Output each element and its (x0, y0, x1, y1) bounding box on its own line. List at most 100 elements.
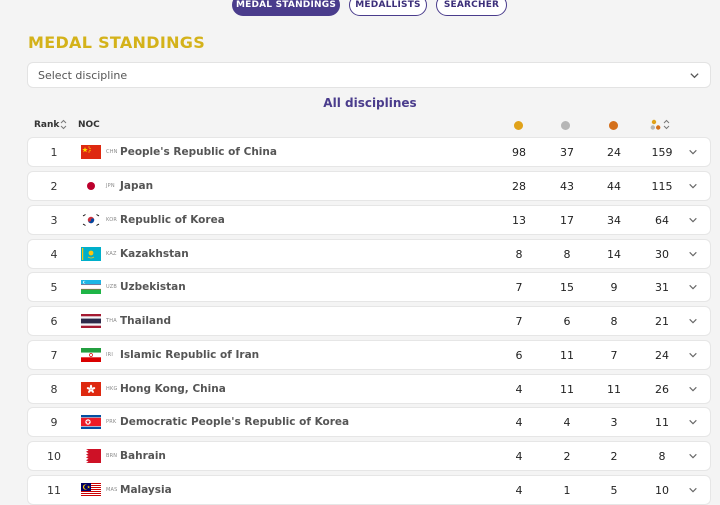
noc-code: MAS (106, 487, 118, 493)
silver-count: 11 (560, 383, 574, 396)
rank-cell: 3 (50, 214, 58, 227)
noc-code: KOR (106, 217, 118, 223)
chevron-down-icon[interactable] (688, 147, 698, 157)
total-count: 64 (655, 214, 669, 227)
bronze-count: 2 (610, 450, 618, 463)
country-name: People's Republic of China (120, 146, 277, 158)
country-name: Hong Kong, China (120, 383, 226, 395)
rank-cell: 1 (50, 146, 58, 159)
country-flag-icon (81, 449, 101, 463)
bronze-count: 7 (610, 349, 618, 362)
bronze-count: 14 (607, 248, 621, 261)
gold-count: 7 (515, 315, 523, 328)
table-row[interactable]: 2 JPN Japan 28 43 44 115 (27, 171, 711, 201)
standings-tabs: MEDAL STANDINGS MEDALLISTS SEARCHER (0, 0, 720, 20)
sort-icon[interactable] (60, 119, 67, 130)
noc-code: JPN (106, 183, 115, 189)
table-row[interactable]: 7 IRI Islamic Republic of Iran 6 11 7 24 (27, 340, 711, 370)
silver-count: 1 (563, 484, 571, 497)
chevron-down-icon[interactable] (688, 417, 698, 427)
bronze-count: 5 (610, 484, 618, 497)
chevron-down-icon[interactable] (688, 384, 698, 394)
chevron-down-icon[interactable] (688, 451, 698, 461)
table-row[interactable]: 11 MAS Malaysia 4 1 5 10 (27, 475, 711, 505)
noc-code: THA (106, 318, 117, 324)
silver-medal-icon[interactable] (561, 121, 570, 130)
total-count: 8 (658, 450, 666, 463)
total-count: 115 (651, 180, 673, 193)
gold-medal-icon[interactable] (514, 121, 523, 130)
country-flag-icon (81, 280, 101, 294)
country-name: Bahrain (120, 450, 166, 462)
tab-searcher[interactable]: SEARCHER (436, 0, 507, 16)
gold-count: 6 (515, 349, 523, 362)
rank-cell: 10 (47, 450, 61, 463)
total-count: 10 (655, 484, 669, 497)
gold-count: 4 (515, 450, 523, 463)
total-count: 30 (655, 248, 669, 261)
country-flag-icon (81, 213, 101, 227)
chevron-down-icon[interactable] (688, 485, 698, 495)
chevron-down-icon[interactable] (688, 181, 698, 191)
table-row[interactable]: 3 KOR Republic of Korea 13 17 34 64 (27, 205, 711, 235)
chevron-down-icon[interactable] (688, 316, 698, 326)
bronze-count: 11 (607, 383, 621, 396)
silver-count: 43 (560, 180, 574, 193)
table-header: Rank NOC (27, 117, 711, 135)
tab-medal-standings[interactable]: MEDAL STANDINGS (232, 0, 340, 16)
rank-cell: 5 (50, 281, 58, 294)
country-flag-icon (81, 483, 101, 497)
country-name: Republic of Korea (120, 214, 225, 226)
noc-column-header: NOC (78, 120, 100, 130)
noc-code: KAZ (106, 251, 117, 257)
silver-count: 8 (563, 248, 571, 261)
table-row[interactable]: 9 PRK Democratic People's Republic of Kore… (27, 407, 711, 437)
table-row[interactable]: 6 THA Thailand 7 6 8 21 (27, 306, 711, 336)
country-name: Islamic Republic of Iran (120, 349, 260, 361)
chevron-down-icon[interactable] (688, 350, 698, 360)
bronze-count: 44 (607, 180, 621, 193)
table-row[interactable]: 8 HKG Hong Kong, China 4 11 11 26 (27, 374, 711, 404)
rank-cell: 4 (50, 248, 58, 261)
table-row[interactable]: 1 CHN People's Republic of China 98 37 24 159 (27, 137, 711, 167)
silver-count: 6 (563, 315, 571, 328)
country-flag-icon (81, 415, 101, 429)
sort-icon[interactable] (663, 119, 670, 130)
noc-code: IRI (106, 352, 114, 358)
total-medals-icon[interactable] (650, 119, 662, 131)
country-name: Kazakhstan (120, 248, 189, 260)
noc-code: CHN (106, 149, 118, 155)
noc-code: BRN (106, 453, 118, 459)
silver-count: 4 (563, 416, 571, 429)
bronze-medal-icon[interactable] (609, 121, 618, 130)
country-flag-icon (81, 247, 101, 261)
chevron-down-icon[interactable] (688, 282, 698, 292)
gold-count: 4 (515, 416, 523, 429)
country-name: Democratic People's Republic of Korea (120, 416, 350, 428)
bronze-count: 3 (610, 416, 618, 429)
gold-count: 8 (515, 248, 523, 261)
silver-count: 2 (563, 450, 571, 463)
total-count: 31 (655, 281, 669, 294)
silver-count: 15 (560, 281, 574, 294)
page-title: MEDAL STANDINGS (28, 33, 206, 52)
country-flag-icon (81, 179, 101, 193)
gold-count: 4 (515, 383, 523, 396)
rank-column-header[interactable]: Rank (34, 120, 59, 130)
table-row[interactable]: 4 KAZ Kazakhstan 8 8 14 30 (27, 239, 711, 269)
rank-cell: 2 (50, 180, 58, 193)
gold-count: 28 (512, 180, 526, 193)
noc-code: HKG (106, 386, 118, 392)
total-count: 26 (655, 383, 669, 396)
table-row[interactable]: 10 BRN Bahrain 4 2 2 8 (27, 441, 711, 471)
chevron-down-icon[interactable] (688, 215, 698, 225)
silver-count: 37 (560, 146, 574, 159)
country-flag-icon (81, 382, 101, 396)
tab-medallists[interactable]: MEDALLISTS (349, 0, 427, 16)
gold-count: 4 (515, 484, 523, 497)
country-flag-icon (81, 314, 101, 328)
discipline-select[interactable]: Select discipline (27, 62, 711, 88)
discipline-heading: All disciplines (323, 96, 417, 110)
chevron-down-icon[interactable] (688, 249, 698, 259)
table-row[interactable]: 5 UZB Uzbekistan 7 15 9 31 (27, 272, 711, 302)
